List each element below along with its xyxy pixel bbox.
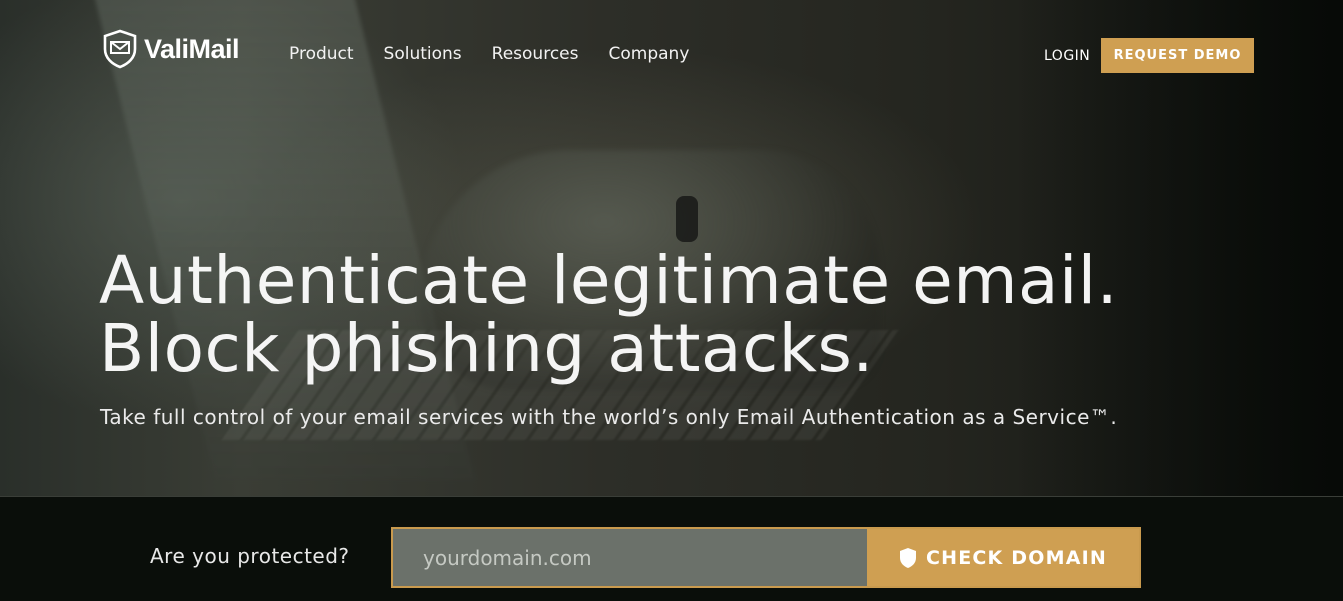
nav-link-company[interactable]: Company — [609, 44, 690, 64]
request-demo-button[interactable]: REQUEST DEMO — [1101, 38, 1254, 73]
nav-link-solutions[interactable]: Solutions — [384, 44, 462, 64]
hero-headline: Authenticate legitimate email. Block phi… — [99, 247, 1249, 383]
protected-prompt: Are you protected? — [150, 544, 350, 568]
domain-input[interactable] — [393, 529, 867, 586]
shield-icon — [899, 547, 916, 568]
headline-line-2: Block phishing attacks. — [99, 310, 874, 387]
check-domain-label: CHECK DOMAIN — [925, 546, 1107, 569]
brand-name: ValiMail — [144, 33, 240, 64]
headline-line-1: Authenticate legitimate email. — [99, 242, 1119, 319]
nav-links: Product Solutions Resources Company — [289, 44, 719, 64]
brand-logo[interactable]: ValiMail — [102, 29, 240, 69]
hero-subheadline: Take full control of your email services… — [100, 405, 1118, 429]
shield-envelope-icon — [103, 29, 137, 69]
top-navigation: ValiMail Product Solutions Resources Com… — [0, 0, 1343, 100]
nav-link-resources[interactable]: Resources — [492, 44, 579, 64]
login-link[interactable]: LOGIN — [1044, 48, 1090, 64]
nav-link-product[interactable]: Product — [289, 44, 354, 64]
domain-check-form: CHECK DOMAIN — [391, 527, 1141, 588]
check-domain-button[interactable]: CHECK DOMAIN — [867, 529, 1139, 586]
ring-image — [676, 196, 698, 242]
